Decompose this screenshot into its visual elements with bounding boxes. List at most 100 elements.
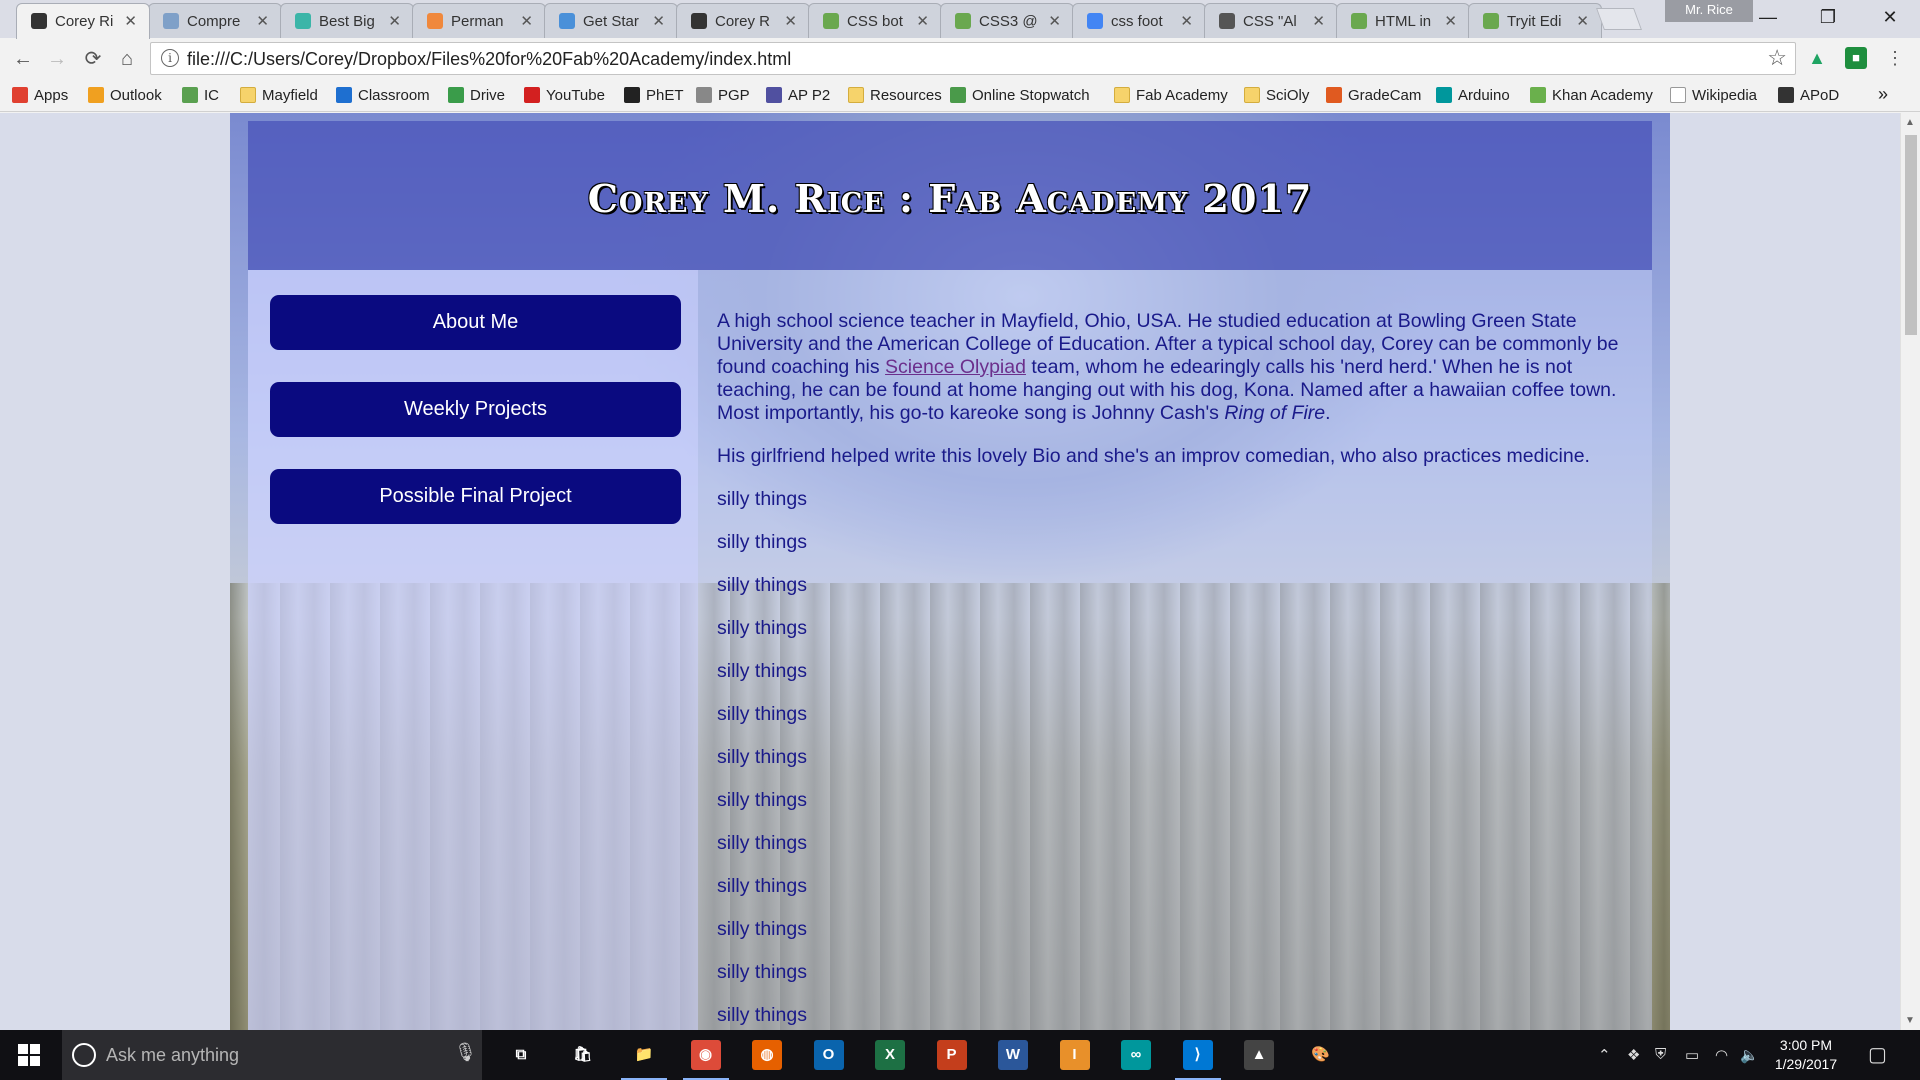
- home-icon[interactable]: ⌂: [114, 46, 140, 72]
- weekly-projects-button[interactable]: Weekly Projects: [270, 382, 681, 437]
- menu-icon[interactable]: ⋮: [1884, 47, 1906, 69]
- bookmark-item[interactable]: Arduino: [1436, 86, 1510, 106]
- silly-things-item: silly things: [717, 918, 807, 940]
- browser-tab[interactable]: Best Big ✕: [280, 3, 414, 38]
- drive-extension-icon[interactable]: ▲: [1806, 47, 1828, 69]
- inkscape-like-icon[interactable]: I: [1059, 1040, 1090, 1070]
- bookmark-item[interactable]: Outlook: [88, 86, 162, 106]
- minimize-button[interactable]: —: [1740, 0, 1796, 34]
- bookmark-item[interactable]: Khan Academy: [1530, 86, 1653, 106]
- browser-tab[interactable]: CSS bot ✕: [808, 3, 942, 38]
- info-icon[interactable]: i: [161, 49, 179, 67]
- about-me-button[interactable]: About Me: [270, 295, 681, 350]
- scroll-down-icon[interactable]: ▼: [1905, 1015, 1915, 1026]
- tab-close-icon[interactable]: ✕: [1048, 12, 1061, 30]
- page-scrollbar[interactable]: ▲ ▼: [1900, 113, 1920, 1030]
- arduino-icon[interactable]: ∞: [1121, 1040, 1151, 1070]
- tab-close-icon[interactable]: ✕: [256, 12, 269, 30]
- bookmark-item[interactable]: Apps: [12, 86, 68, 106]
- tray-overflow-icon[interactable]: ⌃: [1598, 1046, 1611, 1064]
- tab-close-icon[interactable]: ✕: [784, 12, 797, 30]
- search-placeholder: Ask me anything: [106, 1045, 240, 1065]
- word-icon[interactable]: W: [998, 1040, 1028, 1070]
- bookmark-item[interactable]: AP P2: [766, 86, 830, 106]
- browser-tab[interactable]: Get Star ✕: [544, 3, 678, 38]
- chrome-icon[interactable]: ◉: [682, 1040, 729, 1080]
- action-center-icon[interactable]: ▢: [1868, 1042, 1887, 1067]
- scroll-up-icon[interactable]: ▲: [1905, 117, 1915, 128]
- browser-tab[interactable]: Corey R ✕: [676, 3, 810, 38]
- bookmark-item[interactable]: Wikipedia: [1670, 86, 1757, 106]
- excel-icon[interactable]: X: [875, 1040, 905, 1070]
- powerpoint-icon[interactable]: P: [936, 1040, 967, 1070]
- volume-tray-icon[interactable]: 🔈: [1740, 1046, 1759, 1064]
- browser-tab[interactable]: Corey Ri ✕: [16, 3, 150, 39]
- store-icon[interactable]: 🛍: [568, 1040, 598, 1070]
- science-olympiad-link[interactable]: Science Olypiad: [885, 356, 1026, 378]
- browser-tab[interactable]: Tryit Edi ✕: [1468, 3, 1602, 38]
- tab-close-icon[interactable]: ✕: [124, 12, 137, 30]
- bookmark-item[interactable]: PhET: [624, 86, 684, 106]
- address-bar[interactable]: i file:///C:/Users/Corey/Dropbox/Files%2…: [150, 42, 1796, 75]
- bookmark-item[interactable]: Drive: [448, 86, 505, 106]
- bookmark-item[interactable]: SciOly: [1244, 86, 1309, 106]
- tab-close-icon[interactable]: ✕: [1180, 12, 1193, 30]
- bookmark-item[interactable]: IC: [182, 86, 219, 106]
- address-url[interactable]: file:///C:/Users/Corey/Dropbox/Files%20f…: [187, 49, 791, 70]
- battery-tray-icon[interactable]: ▭: [1685, 1046, 1699, 1064]
- tab-title: css foot: [1111, 13, 1163, 30]
- microphone-icon[interactable]: 🎙: [454, 1042, 477, 1063]
- restore-button[interactable]: ❐: [1800, 0, 1856, 34]
- paint-icon[interactable]: 🎨: [1306, 1040, 1336, 1070]
- bookmark-item[interactable]: Resources: [848, 86, 942, 106]
- tab-close-icon[interactable]: ✕: [916, 12, 929, 30]
- bookmark-star-icon[interactable]: ☆: [1767, 45, 1787, 71]
- window-close-button[interactable]: ✕: [1862, 0, 1918, 34]
- tab-close-icon[interactable]: ✕: [388, 12, 401, 30]
- cortana-search-box[interactable]: Ask me anything 🎙: [62, 1030, 482, 1080]
- file-explorer-icon[interactable]: 📁: [621, 1040, 667, 1080]
- bookmark-item[interactable]: Classroom: [336, 86, 430, 106]
- app-triangle-icon[interactable]: ▲: [1244, 1040, 1274, 1070]
- sidebar-nav: About Me Weekly Projects Possible Final …: [248, 270, 698, 1030]
- tab-close-icon[interactable]: ✕: [1576, 12, 1589, 30]
- dropbox-tray-icon[interactable]: ❖: [1627, 1046, 1640, 1064]
- classroom-extension-icon[interactable]: ■: [1845, 47, 1867, 69]
- back-icon[interactable]: ←: [10, 46, 36, 72]
- bookmark-item[interactable]: PGP: [696, 86, 750, 106]
- new-tab-button[interactable]: [1595, 8, 1643, 30]
- wifi-tray-icon[interactable]: ◠: [1715, 1046, 1728, 1064]
- bookmarks-overflow-icon[interactable]: »: [1878, 84, 1888, 104]
- taskbar-clock[interactable]: 3:00 PM 1/29/2017: [1766, 1036, 1846, 1074]
- forward-icon[interactable]: →: [44, 46, 70, 72]
- browser-tab[interactable]: HTML in ✕: [1336, 3, 1470, 38]
- browser-tab[interactable]: CSS "Al ✕: [1204, 3, 1338, 38]
- bookmark-item[interactable]: Mayfield: [240, 86, 318, 106]
- browser-tab[interactable]: CSS3 @ ✕: [940, 3, 1074, 38]
- firefox-icon[interactable]: ◍: [752, 1040, 782, 1070]
- reload-icon[interactable]: ⟳: [80, 46, 106, 72]
- task-view-icon[interactable]: ⧉: [506, 1040, 536, 1070]
- outlook-icon[interactable]: O: [813, 1040, 844, 1070]
- tab-close-icon[interactable]: ✕: [1312, 12, 1325, 30]
- windows-start-icon[interactable]: [18, 1044, 40, 1066]
- browser-tab[interactable]: Compre ✕: [148, 3, 282, 38]
- tab-title: Get Star: [583, 13, 639, 30]
- browser-tab[interactable]: css foot ✕: [1072, 3, 1206, 38]
- tab-favicon-icon: [691, 13, 707, 29]
- bookmark-item[interactable]: Online Stopwatch: [950, 86, 1090, 106]
- tab-close-icon[interactable]: ✕: [520, 12, 533, 30]
- scrollbar-thumb[interactable]: [1905, 135, 1917, 335]
- tab-close-icon[interactable]: ✕: [652, 12, 665, 30]
- vscode-icon[interactable]: ⟩: [1174, 1040, 1221, 1080]
- possible-final-project-button[interactable]: Possible Final Project: [270, 469, 681, 524]
- bookmark-item[interactable]: YouTube: [524, 86, 605, 106]
- bookmark-item[interactable]: GradeCam: [1326, 86, 1421, 106]
- bookmark-item[interactable]: Fab Academy: [1114, 86, 1228, 106]
- browser-tab[interactable]: Perman ✕: [412, 3, 546, 38]
- bookmark-item[interactable]: APoD: [1778, 86, 1839, 106]
- tab-favicon-icon: [295, 13, 311, 29]
- tab-close-icon[interactable]: ✕: [1444, 12, 1457, 30]
- security-tray-icon[interactable]: ⛨: [1655, 1046, 1666, 1063]
- bookmark-label: Arduino: [1458, 87, 1510, 104]
